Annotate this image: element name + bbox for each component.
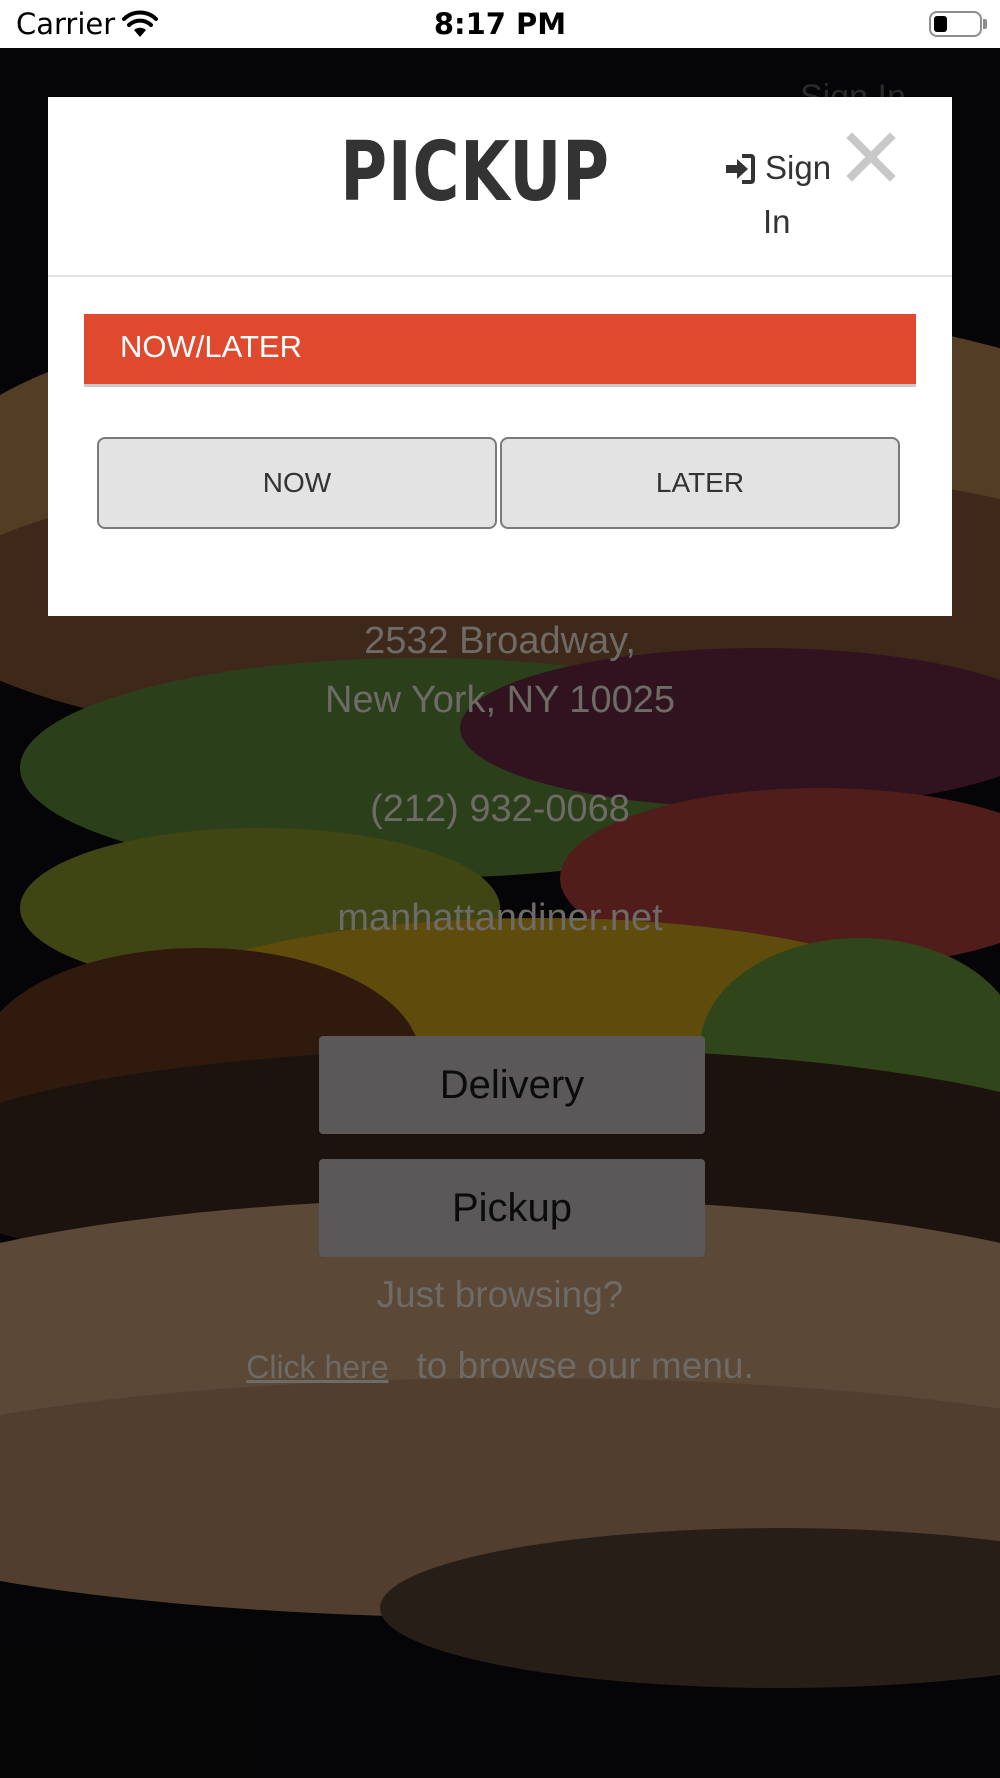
now-later-section-header: NOW/LATER bbox=[84, 314, 916, 387]
browsing-prompt: Just browsing? bbox=[376, 1274, 624, 1315]
website-link: manhattandiner.net bbox=[337, 897, 663, 939]
phone-number: (212) 932-0068 bbox=[370, 788, 630, 830]
status-bar: Carrier 8:17 PM bbox=[0, 0, 1000, 48]
address-line-1: 2532 Broadway, bbox=[364, 620, 636, 662]
battery-icon bbox=[929, 11, 987, 37]
address-line-2: New York, NY 10025 bbox=[325, 679, 675, 721]
delivery-button: Delivery bbox=[319, 1036, 705, 1134]
clock: 8:17 PM bbox=[433, 7, 567, 41]
browse-menu-line: Click here to browse our menu. bbox=[0, 1345, 1000, 1387]
click-here-link: Click here bbox=[246, 1349, 389, 1385]
pickup-button: Pickup bbox=[319, 1159, 705, 1257]
pickup-modal: PICKUP Sign In NOW/LATER NOW LATER bbox=[48, 97, 952, 616]
later-button[interactable]: LATER bbox=[500, 437, 900, 529]
sign-in-icon bbox=[726, 154, 755, 184]
section-label: NOW/LATER bbox=[120, 329, 302, 364]
browse-menu-suffix: to browse our menu. bbox=[416, 1345, 754, 1386]
now-button[interactable]: NOW bbox=[97, 437, 497, 529]
modal-title: PICKUP bbox=[340, 125, 610, 220]
sign-in-label-line1: Sign bbox=[765, 149, 832, 186]
modal-header: PICKUP Sign In bbox=[48, 97, 952, 277]
close-icon[interactable] bbox=[846, 132, 896, 182]
sign-in-label-line2: In bbox=[763, 203, 791, 240]
